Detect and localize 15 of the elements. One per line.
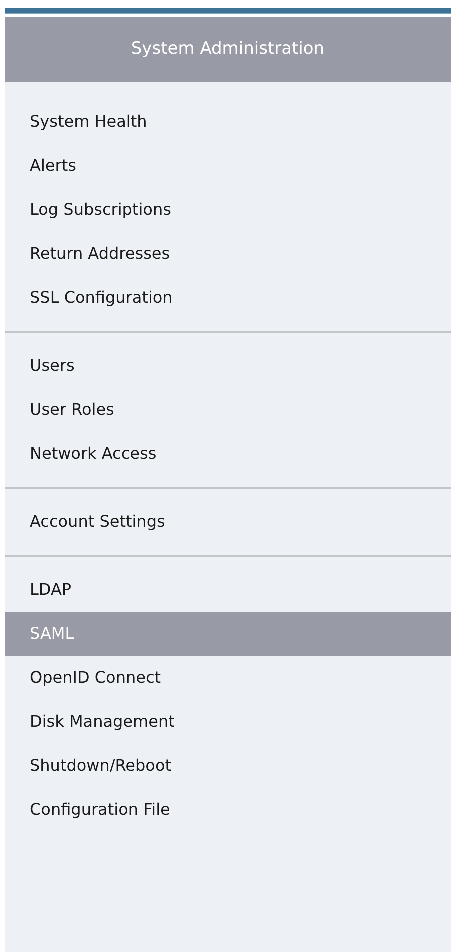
menu-item[interactable]: Network Access [5,432,451,476]
menu-item[interactable]: SSL Configuration [5,276,451,320]
menu-item[interactable]: Log Subscriptions [5,188,451,232]
menu-item[interactable]: Account Settings [5,500,451,544]
menu-item[interactable]: Alerts [5,144,451,188]
menu-item[interactable]: OpenID Connect [5,656,451,700]
menu-item[interactable]: Shutdown/Reboot [5,744,451,788]
menu-item[interactable]: LDAP [5,568,451,612]
menu-item[interactable]: Users [5,344,451,388]
menu-item[interactable]: System Health [5,100,451,144]
menu-item[interactable]: Configuration File [5,788,451,832]
menu-item[interactable]: User Roles [5,388,451,432]
menu-title: System Administration [5,17,451,82]
menu-item[interactable]: Return Addresses [5,232,451,276]
menu-item[interactable]: Disk Management [5,700,451,744]
